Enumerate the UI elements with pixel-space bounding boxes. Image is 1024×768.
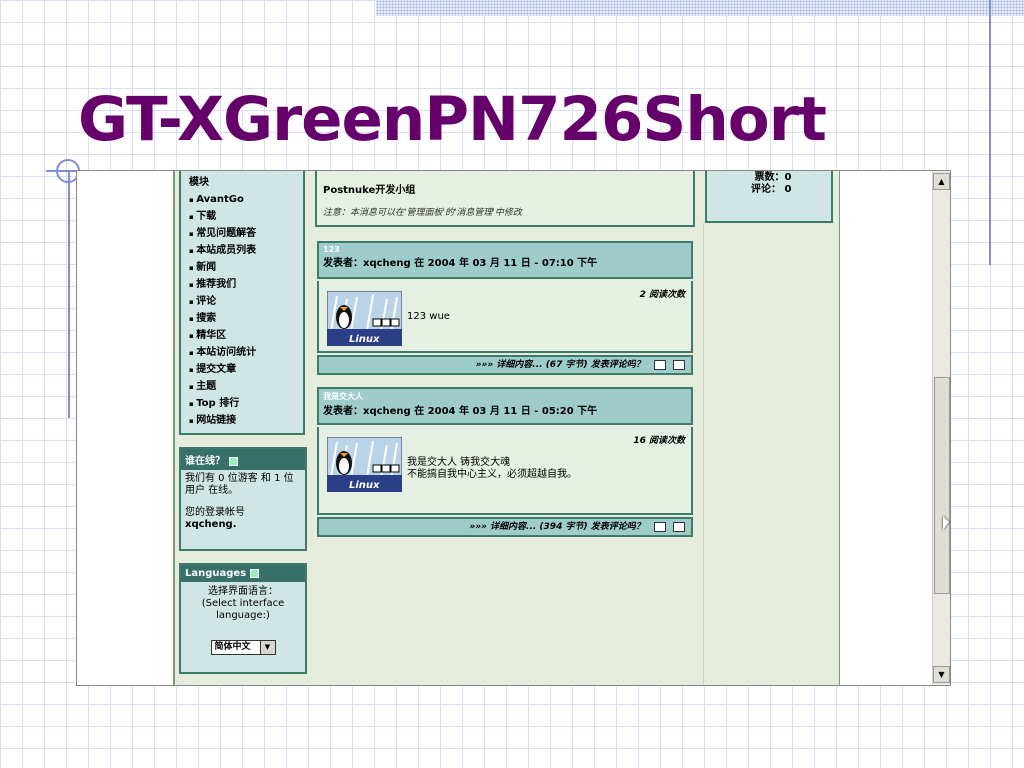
slide-decoration-line bbox=[989, 0, 991, 265]
module-link-members[interactable]: 本站成员列表 bbox=[189, 242, 256, 259]
languages-box: Languages 选择界面语言：(Select interface langu… bbox=[179, 563, 307, 674]
browser-screenshot: 模块 AvantGo 下载 常见问题解答 本站成员列表 新闻 推荐我们 评论 搜… bbox=[76, 170, 951, 686]
story-text: 123 wue bbox=[407, 311, 450, 323]
news-story: 123 发表者：xqcheng 在 2004 年 03 月 11 日 - 07:… bbox=[317, 241, 693, 375]
whos-online-header: 谁在线？ bbox=[181, 449, 305, 470]
login-label: 您的登录帐号 bbox=[185, 507, 245, 518]
story-byline: 发表者：xqcheng 在 2004 年 03 月 11 日 - 05:20 下… bbox=[323, 406, 598, 417]
email-icon[interactable] bbox=[653, 521, 666, 532]
module-link-topics[interactable]: 主题 bbox=[189, 378, 256, 395]
story-read-count: 16 阅读次数 bbox=[633, 436, 685, 446]
mouse-cursor-icon bbox=[943, 516, 949, 530]
language-prompt: 选择界面语言：(Select interface language:) bbox=[201, 586, 285, 621]
admin-message-box: Postnuke开发小组 注意：本消息可以在'管理面板'的'消息管理'中修改 bbox=[315, 171, 695, 227]
story-body: 16 阅读次数 Linux 我是交大人 铸我交大魂 不能搞自我中心主义，必须超越… bbox=[317, 427, 693, 515]
languages-title: Languages bbox=[185, 568, 247, 579]
scrollbar-thumb[interactable] bbox=[934, 377, 950, 594]
story-text-line: 不能搞自我中心主义，必须超越自我。 bbox=[407, 469, 577, 480]
linux-topic-image[interactable]: Linux bbox=[327, 291, 402, 346]
scroll-down-icon[interactable]: ▼ bbox=[933, 666, 950, 683]
collapse-icon[interactable] bbox=[250, 568, 260, 578]
language-select[interactable]: 简体中文 ▼ bbox=[210, 640, 276, 655]
slide-decoration-bar bbox=[376, 0, 1024, 16]
story-body: 2 阅读次数 Linux 123 wue bbox=[317, 281, 693, 353]
module-link-search[interactable]: 搜索 bbox=[189, 310, 256, 327]
chevron-down-icon: ▼ bbox=[259, 641, 275, 654]
poll-comments: 评论： 0 bbox=[751, 184, 792, 195]
news-story: 我是交大人 发表者：xqcheng 在 2004 年 03 月 11 日 - 0… bbox=[317, 387, 693, 537]
online-count-text: 我们有 0 位游客 和 1 位用户 在线。 bbox=[185, 473, 294, 496]
module-link-stats[interactable]: 本站访问统计 bbox=[189, 344, 256, 361]
vertical-scrollbar[interactable]: ▲ ▼ bbox=[932, 171, 950, 685]
language-select-value: 简体中文 bbox=[214, 642, 251, 652]
story-read-count: 2 阅读次数 bbox=[639, 290, 685, 300]
module-link-news[interactable]: 新闻 bbox=[189, 259, 256, 276]
module-link-downloads[interactable]: 下载 bbox=[189, 208, 256, 225]
story-header: 123 发表者：xqcheng 在 2004 年 03 月 11 日 - 07:… bbox=[317, 241, 693, 279]
story-text-line: 123 wue bbox=[407, 311, 450, 322]
module-link-weblinks[interactable]: 网站链接 bbox=[189, 412, 256, 429]
module-link-faq[interactable]: 常见问题解答 bbox=[189, 225, 256, 242]
slide-title: GT-XGreenPN726Short bbox=[78, 84, 827, 155]
whos-online-title: 谁在线？ bbox=[185, 456, 225, 467]
whos-online-box: 谁在线？ 我们有 0 位游客 和 1 位用户 在线。 您的登录帐号 xqchen… bbox=[179, 447, 307, 551]
print-icon[interactable] bbox=[673, 359, 685, 370]
module-link-recommend[interactable]: 推荐我们 bbox=[189, 276, 256, 293]
linux-logo-label: Linux bbox=[349, 480, 380, 491]
module-link-highlights[interactable]: 精华区 bbox=[189, 327, 256, 344]
modules-box: 模块 AvantGo 下载 常见问题解答 本站成员列表 新闻 推荐我们 评论 搜… bbox=[179, 171, 305, 435]
story-title[interactable]: 123 bbox=[323, 245, 687, 254]
print-icon[interactable] bbox=[673, 521, 685, 532]
linux-topic-image[interactable]: Linux bbox=[327, 437, 402, 492]
page-area: 模块 AvantGo 下载 常见问题解答 本站成员列表 新闻 推荐我们 评论 搜… bbox=[173, 171, 840, 685]
modules-title: 模块 bbox=[189, 177, 209, 188]
linux-logo-label: Linux bbox=[349, 334, 380, 345]
languages-header: Languages bbox=[181, 565, 305, 582]
slide-decoration-line bbox=[68, 170, 70, 418]
story-footer: »»» 详细内容... (67 字节) 发表评论吗？ bbox=[317, 355, 693, 375]
admin-message-title: Postnuke开发小组 bbox=[323, 185, 416, 196]
admin-message-note: 注意：本消息可以在'管理面板'的'消息管理'中修改 bbox=[323, 208, 522, 218]
module-link-top[interactable]: Top 排行 bbox=[189, 395, 256, 412]
story-text: 我是交大人 铸我交大魂 不能搞自我中心主义，必须超越自我。 bbox=[407, 457, 577, 481]
story-text-line: 我是交大人 铸我交大魂 bbox=[407, 457, 511, 468]
module-link-reviews[interactable]: 评论 bbox=[189, 293, 256, 310]
story-title[interactable]: 我是交大人 bbox=[323, 391, 687, 402]
story-read-more-link[interactable]: »»» 详细内容... (394 字节) 发表评论吗？ bbox=[469, 522, 644, 532]
scroll-up-icon[interactable]: ▲ bbox=[933, 173, 950, 190]
module-link-avantgo[interactable]: AvantGo bbox=[189, 191, 256, 208]
story-footer: »»» 详细内容... (394 字节) 发表评论吗？ bbox=[317, 517, 693, 537]
column-divider bbox=[703, 223, 704, 685]
poll-votes: 票数：0 bbox=[754, 172, 792, 183]
story-header: 我是交大人 发表者：xqcheng 在 2004 年 03 月 11 日 - 0… bbox=[317, 387, 693, 425]
story-read-more-link[interactable]: »»» 详细内容... (67 字节) 发表评论吗？ bbox=[476, 360, 645, 370]
collapse-icon[interactable] bbox=[229, 456, 238, 466]
module-link-submit[interactable]: 提交文章 bbox=[189, 361, 256, 378]
modules-list: AvantGo 下载 常见问题解答 本站成员列表 新闻 推荐我们 评论 搜索 精… bbox=[189, 191, 256, 429]
poll-box: 票数：0 评论： 0 bbox=[705, 171, 833, 223]
username: xqcheng. bbox=[185, 519, 237, 530]
story-byline: 发表者：xqcheng 在 2004 年 03 月 11 日 - 07:10 下… bbox=[323, 258, 598, 269]
email-icon[interactable] bbox=[653, 359, 666, 370]
